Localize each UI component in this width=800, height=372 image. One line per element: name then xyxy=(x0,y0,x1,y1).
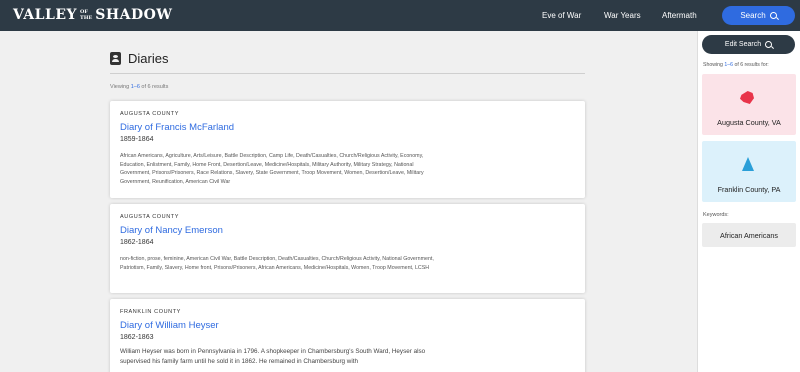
filter-sidebar: Edit Search Showing 1–6 of 6 results for… xyxy=(697,31,800,372)
county-filter-label: Augusta County, VA xyxy=(717,118,781,127)
pennsylvania-map-icon xyxy=(742,157,754,171)
top-navbar: VALLEY OF THE SHADOW Eve of War War Year… xyxy=(0,0,800,31)
result-title-link[interactable]: Diary of Francis McFarland xyxy=(120,122,575,133)
result-years: 1859-1864 xyxy=(120,136,154,143)
virginia-map-icon xyxy=(740,91,754,104)
county-filter-augusta[interactable]: Augusta County, VA xyxy=(702,74,796,135)
results-count: Viewing 1–6 of 6 results xyxy=(110,84,169,90)
result-description: William Heyser was born in Pennsylvania … xyxy=(120,348,426,365)
title-divider xyxy=(110,73,585,74)
county-filter-label: Franklin County, PA xyxy=(717,185,781,194)
result-tags: African Americans, Agriculture, Arts/Lei… xyxy=(120,153,424,185)
keywords-label: Keywords: xyxy=(703,212,729,218)
search-button-label: Search xyxy=(740,11,766,20)
result-county: FRANKLIN COUNTY xyxy=(120,309,181,315)
page-title: Diaries xyxy=(128,51,169,66)
result-card: AUGUSTA COUNTY Diary of Nancy Emerson 18… xyxy=(110,204,585,293)
search-icon xyxy=(765,41,773,48)
county-filter-franklin[interactable]: Franklin County, PA xyxy=(702,141,796,202)
sidebar-results-count: Showing 1–6 of 6 results for: xyxy=(703,62,769,68)
result-card: FRANKLIN COUNTY Diary of William Heyser … xyxy=(110,299,585,372)
edit-search-label: Edit Search xyxy=(724,41,762,48)
result-years: 1862-1864 xyxy=(120,239,154,246)
nav-eve-of-war[interactable]: Eve of War xyxy=(542,0,581,31)
diary-icon xyxy=(110,52,121,65)
search-button[interactable]: Search xyxy=(722,6,795,25)
page-heading: Diaries xyxy=(110,51,168,66)
result-tags: non-fiction, prose, feminine, American C… xyxy=(120,256,434,271)
result-county: AUGUSTA COUNTY xyxy=(120,111,180,117)
result-years: 1862-1863 xyxy=(120,334,154,341)
search-icon xyxy=(769,12,777,19)
nav-aftermath[interactable]: Aftermath xyxy=(662,0,697,31)
result-title-link[interactable]: Diary of William Heyser xyxy=(120,320,575,331)
result-title-link[interactable]: Diary of Nancy Emerson xyxy=(120,225,575,236)
result-card: AUGUSTA COUNTY Diary of Francis McFarlan… xyxy=(110,101,585,198)
keyword-chip[interactable]: African Americans xyxy=(702,223,796,247)
edit-search-button[interactable]: Edit Search xyxy=(702,35,795,54)
result-county: AUGUSTA COUNTY xyxy=(120,214,180,220)
nav-war-years[interactable]: War Years xyxy=(604,0,641,31)
site-logo[interactable]: VALLEY OF THE SHADOW xyxy=(13,7,173,23)
